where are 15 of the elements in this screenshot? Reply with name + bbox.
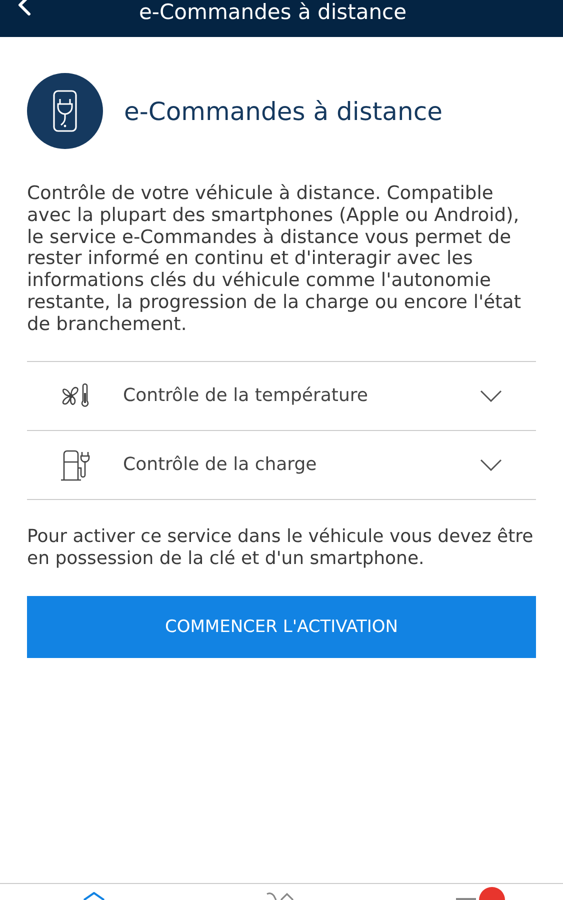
accordion-row[interactable]: Contrôle de la charge	[27, 430, 536, 500]
service-title: e-Commandes à distance	[124, 96, 442, 126]
accordion-row[interactable]: Contrôle de la température	[27, 360, 536, 430]
back-icon[interactable]	[17, 0, 31, 18]
activation-note: Pour activer ce service dans le véhicule vous devez être en possession de la clé et d'un smartphone.	[27, 526, 534, 570]
screen-title: e-Commandes à distance	[139, 0, 406, 24]
chevron-down-icon[interactable]	[480, 390, 502, 402]
notification-badge	[479, 887, 506, 900]
accordion-label: Contrôle de la température	[123, 385, 369, 406]
charging-station-icon	[58, 448, 92, 482]
phone-plug-icon	[27, 73, 103, 149]
chevron-down-icon[interactable]	[480, 458, 502, 471]
service-description: Contrôle de votre véhicule à distance. Compatible avec la plupart des smartphones (Apple ou Android), le service e-Commandes à distance vous permet de rester informé en continu et d'interagir avec les informations clés du véhicule comme l'autonomie restante, la progression de la charge ou encore l'état de branchement.	[27, 183, 522, 336]
start-activation-button[interactable]: COMMENCER L'ACTIVATION	[27, 596, 536, 658]
accordion-label: Contrôle de la charge	[123, 454, 318, 476]
